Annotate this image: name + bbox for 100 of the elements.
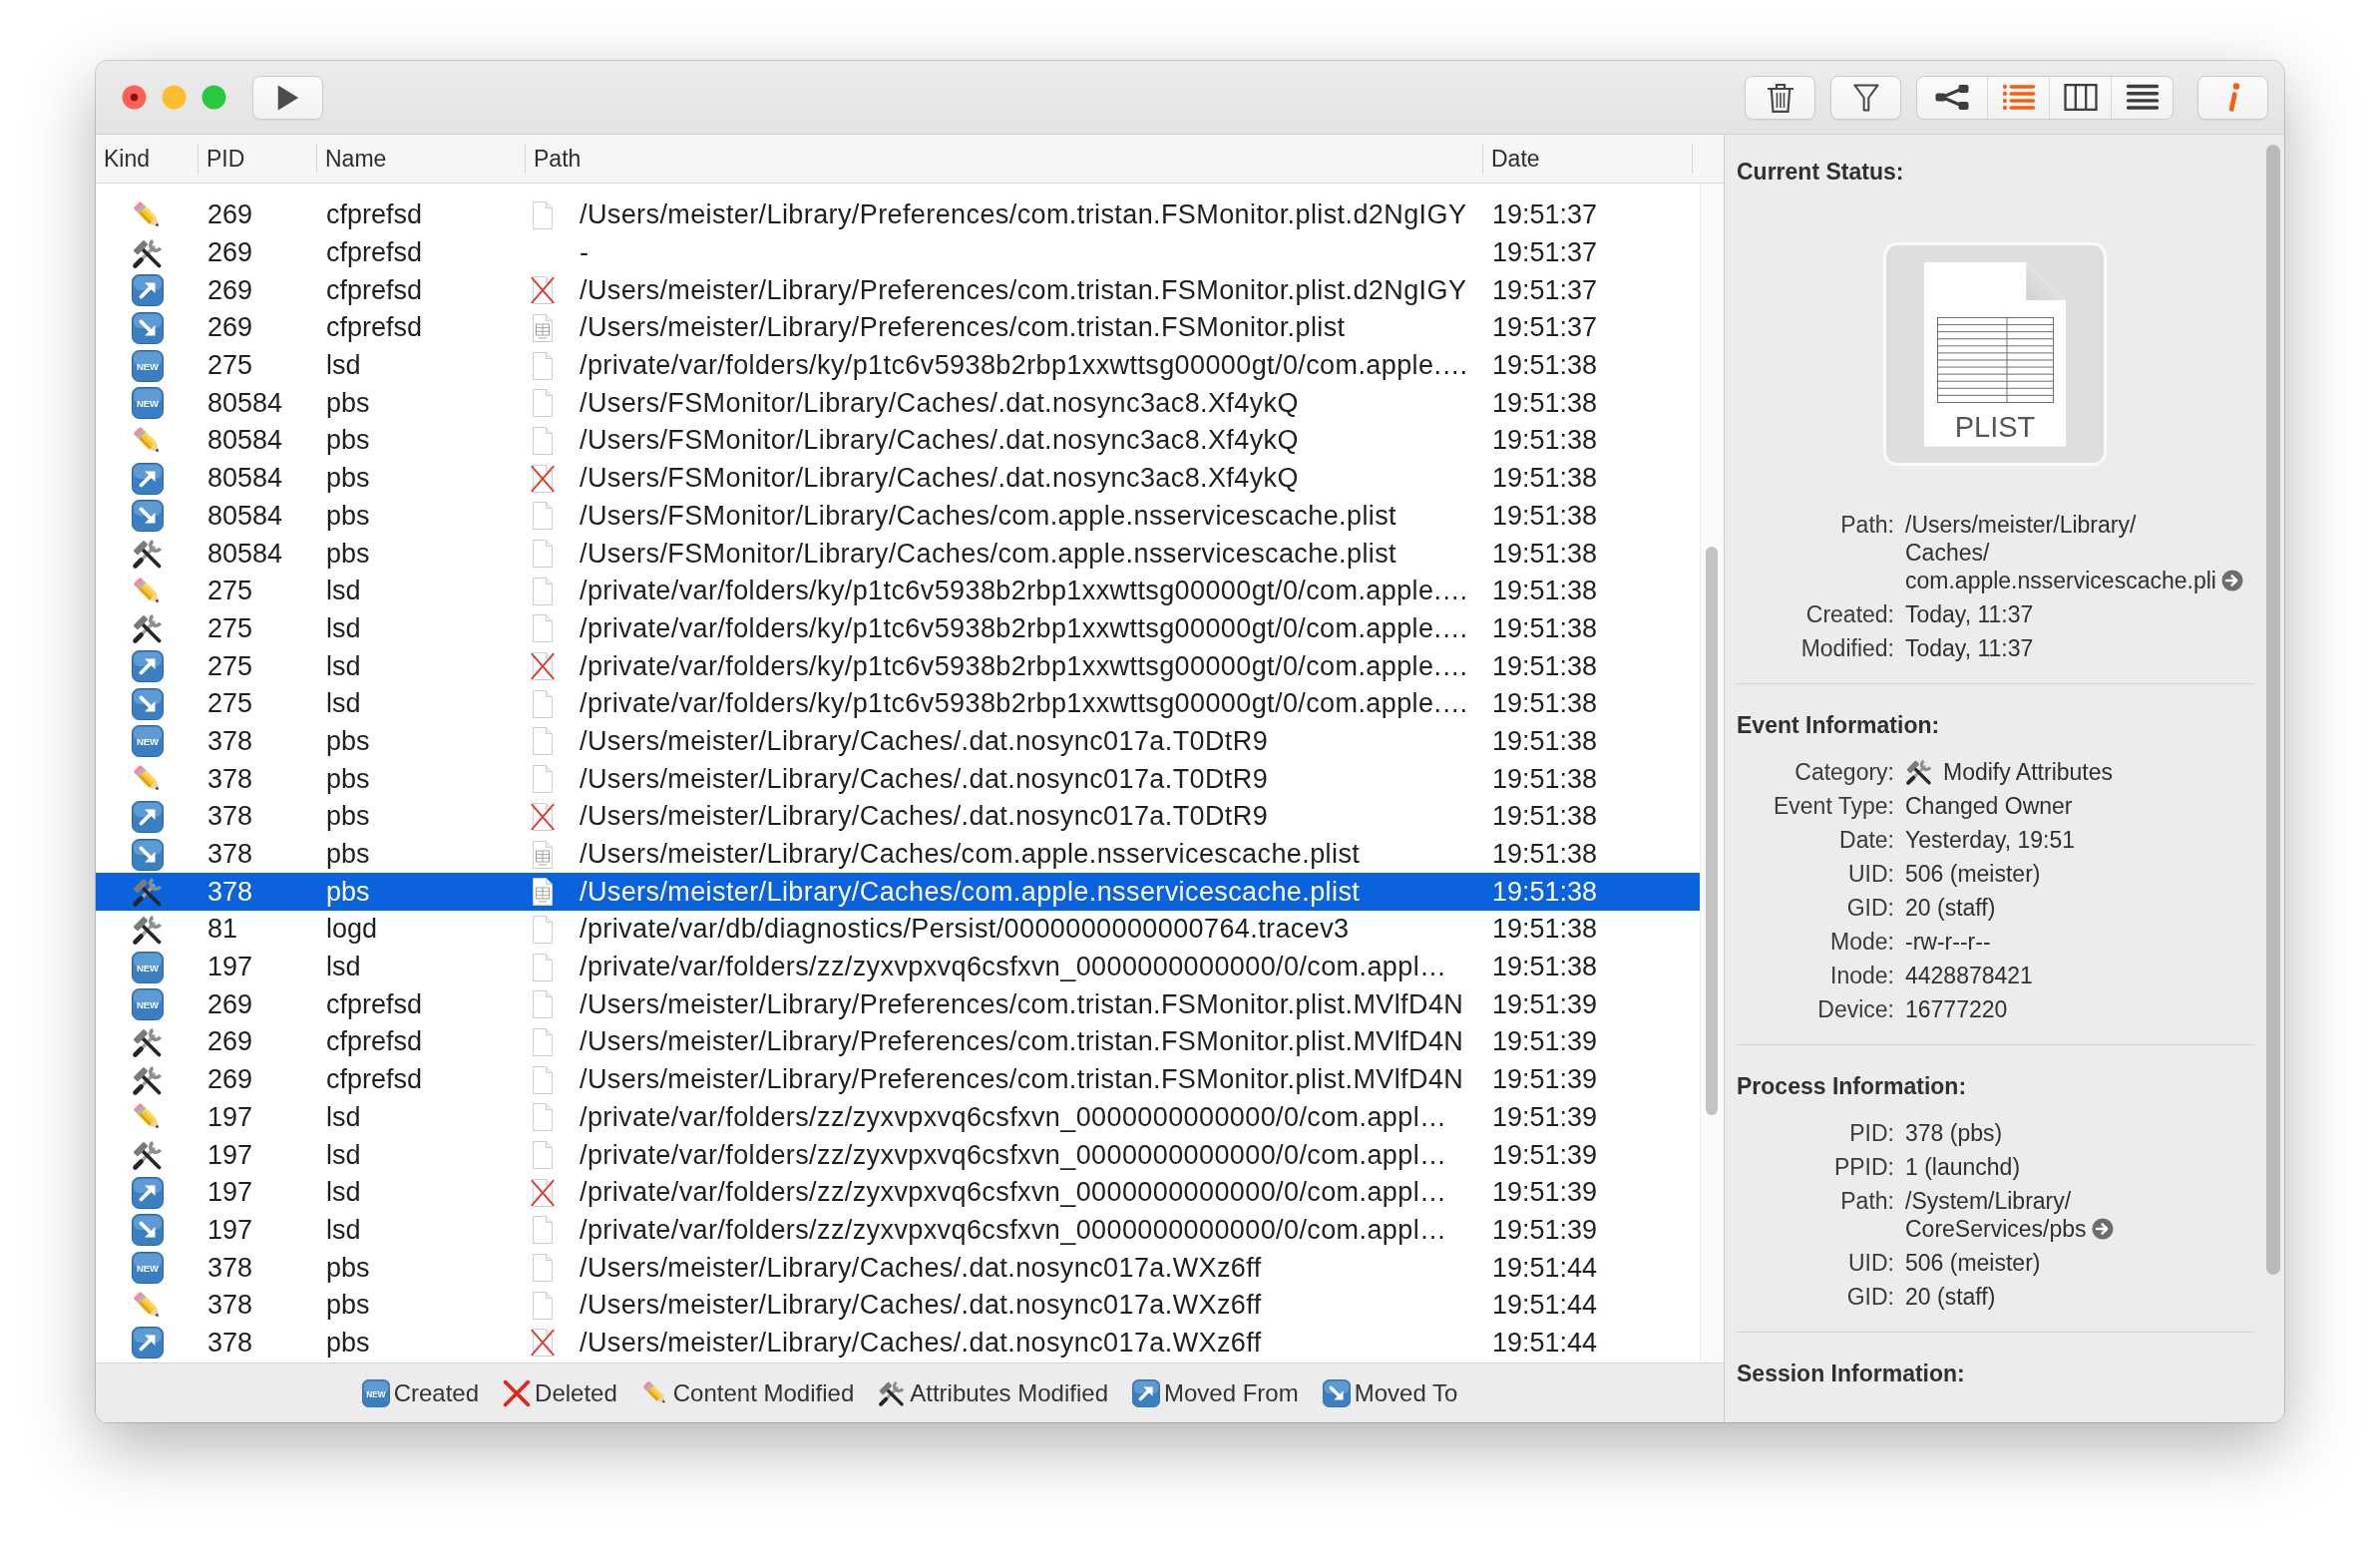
crossed-document-icon (531, 802, 555, 831)
table-row[interactable]: 269 cfprefsd /Users/meister/Library/Preferences/com.tristan.FSMonitor.plist.d2NgIGY 19:51:37 (96, 271, 1700, 310)
filter-button[interactable] (1830, 75, 1901, 120)
table-row[interactable]: 275 lsd /private/var/folders/ky/p1tc6v5938b2rbp1xxwttsg00000gt/0/com.apple.… 19:51:38 (96, 572, 1700, 610)
table-row[interactable]: NEW 378 pbs /Users/meister/Library/Caches/.dat.nosync017a.T0DtR9 19:51:38 (96, 722, 1700, 761)
table-row[interactable]: NEW 197 lsd /private/var/folders/zz/zyxvpxvq6csfxvn_0000000000000/0/com.appl… 19:51:38 (96, 948, 1700, 986)
table-row[interactable]: 378 pbs /Users/meister/Library/Caches/.dat.nosync017a.T0DtR9 19:51:38 (96, 798, 1700, 836)
table-row[interactable]: 197 lsd /private/var/folders/zz/zyxvpxvq6csfxvn_0000000000000/0/com.appl… 19:51:39 (96, 1098, 1700, 1137)
clear-button[interactable] (1745, 75, 1815, 120)
field-label: Mode: (1829, 928, 1894, 956)
path-text: /Users/meister/Library/Preferences/com.tristan.FSMonitor.plist.MVlfD4N (580, 1064, 1464, 1096)
hammer-wrench-icon (131, 876, 164, 909)
document-icon (531, 765, 555, 794)
columns-icon[interactable] (2063, 84, 2098, 111)
time-text: 19:51:38 (1492, 500, 1598, 531)
pid-text: 197 (207, 1214, 253, 1245)
crossed-document-icon (531, 464, 555, 493)
table-row[interactable]: 269 cfprefsd /Users/meister/Library/Preferences/com.tristan.FSMonitor.plist.MVlfD4N 19:51:39 (96, 1023, 1700, 1061)
table-row[interactable]: 378 pbs /Users/meister/Library/Caches/com.apple.nsservicescache.plist 19:51:38 (96, 873, 1700, 912)
table-row[interactable]: 197 lsd /private/var/folders/zz/zyxvpxvq6csfxvn_0000000000000/0/com.appl… 19:51:39 (96, 1136, 1700, 1174)
document-icon (531, 1027, 555, 1056)
table-row[interactable]: 378 pbs /Users/meister/Library/Caches/.dat.nosync017a.WXz6ff 19:51:44 (96, 1286, 1700, 1325)
table-row[interactable]: 80584 pbs /Users/FSMonitor/Library/Caches/com.apple.nsservicescache.plist 19:51:38 (96, 497, 1700, 536)
process-name-text: cfprefsd (326, 274, 423, 305)
new-icon: NEW (131, 1252, 164, 1285)
text-lines-icon[interactable] (2125, 84, 2160, 111)
pid-text: 275 (207, 650, 253, 681)
filter-icon[interactable] (1852, 83, 1879, 112)
legend-label: Attributes Modified (910, 1378, 1108, 1407)
process-name-text: lsd (326, 1101, 361, 1132)
pid-text: 269 (207, 237, 253, 268)
column-header[interactable]: Name (317, 144, 526, 174)
field-label: Path: (1839, 511, 1894, 540)
pid-text: 378 (207, 725, 253, 756)
document-icon (531, 727, 555, 756)
close-icon[interactable] (122, 85, 147, 110)
time-text: 19:51:39 (1492, 1026, 1598, 1057)
table-row[interactable]: 80584 pbs /Users/FSMonitor/Library/Caches/com.apple.nsservicescache.plist 19:51:38 (96, 535, 1700, 573)
table-row[interactable]: 269 cfprefsd /Users/meister/Library/Preferences/com.tristan.FSMonitor.plist.d2NgIGY 19:51:37 (96, 196, 1700, 234)
scrollbar-thumb[interactable] (2266, 145, 2280, 1275)
play-icon[interactable] (275, 83, 300, 112)
table-row[interactable]: 197 lsd /private/var/folders/zz/zyxvpxvq6csfxvn_0000000000000/0/com.appl… 19:51:39 (96, 1173, 1700, 1212)
table-row[interactable]: 80584 pbs /Users/FSMonitor/Library/Caches/.dat.nosync3ac8.Xf4ykQ 19:51:38 (96, 459, 1700, 498)
path-text: /private/var/db/diagnostics/Persist/0000000000000764.tracev3 (580, 914, 1350, 946)
table-row[interactable]: 80584 pbs /Users/FSMonitor/Library/Caches/.dat.nosync3ac8.Xf4ykQ 19:51:38 (96, 422, 1700, 460)
field-label: GID: (1845, 894, 1894, 922)
process-name-text: cfprefsd (326, 988, 423, 1019)
field-value: /Users/meister/Library/ Caches/ com.apple.nsservicescache.pli (1905, 511, 2216, 594)
path-text: /Users/meister/Library/Preferences/com.tristan.FSMonitor.plist.MVlfD4N (580, 988, 1464, 1020)
table-row[interactable]: NEW 80584 pbs /Users/FSMonitor/Library/Caches/.dat.nosync3ac8.Xf4ykQ 19:51:38 (96, 384, 1700, 423)
hammer-wrench-icon (131, 1025, 164, 1058)
table-row[interactable]: 378 pbs /Users/meister/Library/Caches/.dat.nosync017a.T0DtR9 19:51:38 (96, 760, 1700, 798)
table-row[interactable]: NEW 269 cfprefsd /Users/meister/Library/Preferences/com.tristan.FSMonitor.plist.MVlfD4N 19:51:39 (96, 985, 1700, 1024)
table-row[interactable]: 275 lsd /private/var/folders/ky/p1tc6v5938b2rbp1xxwttsg00000gt/0/com.apple.… 19:51:38 (96, 647, 1700, 685)
column-header[interactable]: Date (1483, 144, 1693, 174)
scrollbar-thumb[interactable] (1706, 547, 1718, 1115)
field-label: Modified: (1799, 634, 1894, 662)
field-value: 506 (meister) (1905, 860, 2041, 888)
path-text: /Users/meister/Library/Preferences/com.tristan.FSMonitor.plist (580, 312, 1346, 344)
process-name-text: pbs (326, 801, 370, 832)
arrow-down-right-icon (1322, 1378, 1351, 1407)
document-icon (531, 351, 555, 380)
field-label: Inode: (1829, 962, 1894, 989)
time-text: 19:51:38 (1492, 576, 1598, 606)
path-text: /private/var/folders/ky/p1tc6v5938b2rbp1xxwttsg00000gt/0/com.apple.… (580, 576, 1469, 607)
crossed-document-icon (531, 1178, 555, 1207)
hammer-wrench-icon (131, 1063, 164, 1096)
table-row[interactable]: 269 cfprefsd /Users/meister/Library/Preferences/com.tristan.FSMonitor.plist.MVlfD4N 19:51:39 (96, 1060, 1700, 1099)
path-text: /private/var/folders/ky/p1tc6v5938b2rbp1xxwttsg00000gt/0/com.apple.… (580, 650, 1469, 682)
table-row[interactable]: 275 lsd /private/var/folders/ky/p1tc6v5938b2rbp1xxwttsg00000gt/0/com.apple.… 19:51:38 (96, 609, 1700, 648)
pid-text: 378 (207, 1290, 253, 1321)
hammer-wrench-icon (131, 913, 164, 946)
trash-icon[interactable] (1767, 82, 1793, 113)
start-button[interactable] (252, 75, 323, 120)
field-label: PPID: (1832, 1153, 1894, 1181)
column-header[interactable]: PID (198, 144, 317, 174)
arrow-up-right-icon (131, 462, 164, 495)
column-header[interactable]: Kind (96, 144, 198, 174)
time-text: 19:51:38 (1492, 914, 1598, 945)
pid-text: 378 (207, 876, 253, 907)
time-text: 19:51:38 (1492, 463, 1598, 494)
pid-text: 275 (207, 688, 253, 719)
table-row[interactable]: 275 lsd /private/var/folders/ky/p1tc6v5938b2rbp1xxwttsg00000gt/0/com.apple.… 19:51:38 (96, 684, 1700, 723)
table-row[interactable]: NEW 275 lsd /private/var/folders/ky/p1tc6v5938b2rbp1xxwttsg00000gt/0/com.apple.… 19:51:38 (96, 346, 1700, 385)
process-name-text: pbs (326, 538, 370, 569)
path-text: /Users/meister/Library/Caches/.dat.nosync017a.T0DtR9 (580, 763, 1269, 795)
table-row[interactable]: 269 cfprefsd - 19:51:37 (96, 233, 1700, 272)
table-row[interactable]: 378 pbs /Users/meister/Library/Caches/com.apple.nsservicescache.plist 19:51:38 (96, 835, 1700, 874)
path-text: /private/var/folders/zz/zyxvpxvq6csfxvn_0000000000000/0/com.appl… (580, 1177, 1447, 1209)
table-row[interactable]: 269 cfprefsd /Users/meister/Library/Preferences/com.tristan.FSMonitor.plist 19:51:37 (96, 309, 1700, 347)
list-icon[interactable] (2001, 84, 2036, 111)
connected-nodes-icon[interactable] (1935, 84, 1969, 111)
table-row[interactable]: NEW 378 pbs /Users/meister/Library/Caches/.dat.nosync017a.WXz6ff 19:51:44 (96, 1249, 1700, 1287)
table-row[interactable]: 81 logd /private/var/db/diagnostics/Persist/0000000000000764.tracev3 19:51:38 (96, 911, 1700, 949)
table-row[interactable]: 197 lsd /private/var/folders/zz/zyxvpxvq6csfxvn_0000000000000/0/com.appl… 19:51:39 (96, 1211, 1700, 1250)
process-name-text: pbs (326, 1327, 370, 1358)
table-row[interactable]: 378 pbs /Users/meister/Library/Caches/.dat.nosync017a.WXz6ff 19:51:44 (96, 1324, 1700, 1362)
path-text: - (580, 237, 590, 269)
inspector-button[interactable] (2197, 75, 2268, 120)
column-header[interactable]: Path (526, 144, 1483, 174)
